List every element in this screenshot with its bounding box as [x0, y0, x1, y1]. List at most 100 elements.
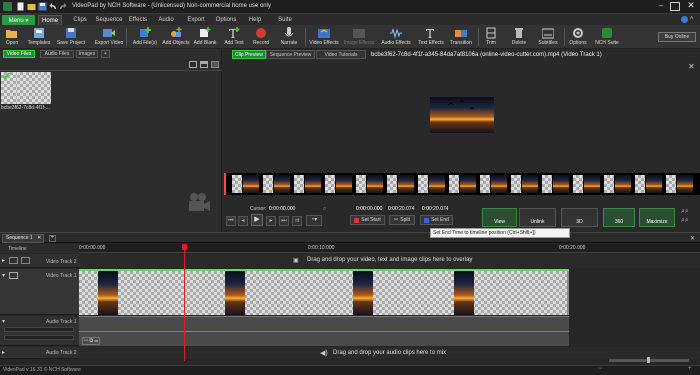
tab-suite[interactable]: Suite [276, 15, 294, 25]
go-end-button[interactable]: ⏭ [279, 216, 289, 226]
audio-clip[interactable]: ꟷ ⧉ ▭ [79, 316, 569, 346]
audio-effects-button[interactable]: Audio Effects [380, 26, 412, 48]
close-sequence-icon[interactable]: ✕ [37, 235, 41, 241]
tab-sequence[interactable]: Sequence [94, 15, 124, 25]
eye-icon[interactable] [9, 257, 18, 264]
transition-button[interactable]: Transition [445, 26, 477, 48]
maximize-window-button[interactable] [670, 2, 680, 11]
undo-icon[interactable] [49, 2, 58, 11]
subtitles-button[interactable]: Subtitles [532, 26, 564, 48]
narrate-button[interactable]: Narrate [273, 26, 305, 48]
add-files-button[interactable]: Add File(s) [129, 26, 161, 48]
cursor-time: 0:00:00.000 [269, 206, 296, 212]
clip-filmstrip[interactable] [224, 173, 700, 195]
close-preview-icon[interactable]: ✕ [688, 63, 696, 71]
minimize-button[interactable]: – [656, 2, 666, 11]
eye-icon[interactable] [9, 272, 18, 279]
help-icon[interactable] [681, 16, 688, 23]
timeline-zoom-handle[interactable] [647, 357, 650, 363]
tab-clip-preview[interactable]: Clip Preview [232, 50, 266, 59]
window-title: VideoPad by NCH Software - (Unlicensed) … [72, 3, 271, 9]
filmstrip-frame [573, 175, 583, 193]
zoom-in-icon[interactable]: + [688, 366, 692, 372]
open-folder-icon[interactable] [27, 2, 36, 11]
tab-options[interactable]: Options [213, 15, 239, 25]
360-button[interactable]: 360 [603, 208, 635, 227]
volume-button[interactable]: ◔▾ [306, 215, 322, 226]
nch-suite-button[interactable]: NCH Suite [591, 26, 623, 48]
tab-sequence-preview[interactable]: Sequence Preview [266, 50, 315, 59]
go-start-button[interactable]: ⏮ [226, 216, 236, 226]
add-objects-button[interactable]: Add Objects [160, 26, 192, 48]
play-button[interactable]: ▶ [251, 214, 263, 226]
range-mid-time[interactable]: 0:00:20.074 [388, 206, 414, 212]
redo-icon[interactable] [58, 2, 67, 11]
add-objects-icon [171, 27, 182, 37]
tab-images[interactable]: Images [76, 50, 98, 58]
collapse-ribbon-icon[interactable]: ˄ [690, 16, 697, 22]
tab-clips[interactable]: Clips [69, 15, 91, 25]
step-forward-button[interactable]: ▸ [266, 216, 276, 226]
tab-effects[interactable]: Effects [127, 15, 149, 25]
range-end-time[interactable]: 0:00:20.074 [422, 206, 448, 212]
expand-icon[interactable]: ▸ [2, 257, 5, 264]
view-list-icon[interactable] [200, 61, 208, 68]
tab-help[interactable]: Help [247, 15, 263, 25]
set-start-button[interactable]: Set Start [350, 215, 385, 225]
filmstrip-frame [542, 175, 552, 193]
collapse-icon[interactable]: ▾ [2, 272, 5, 279]
close-window-button[interactable]: ✕ [684, 0, 698, 13]
tab-video-tutorials[interactable]: Video Tutorials [316, 50, 366, 59]
preview-zoom-icons[interactable]: ⌕⌕ ⌕⌕ [681, 207, 697, 225]
view-button[interactable]: View [482, 208, 517, 227]
view-details-icon[interactable] [211, 61, 219, 68]
add-blank-button[interactable]: Add Blank [189, 26, 221, 48]
audio-pan-slider[interactable] [4, 335, 74, 340]
video-track-2-lane[interactable]: ▣ Drag and drop your video, text and ima… [79, 254, 700, 268]
maximize-button[interactable]: Maximize [639, 208, 675, 227]
timeline-ruler[interactable]: 0:00:00.000 0:00:10.000 0:00:20.000 [79, 244, 700, 253]
add-bin-tab-button[interactable]: + [101, 50, 110, 58]
filmstrip-frame [449, 175, 459, 193]
expand-icon[interactable]: ▸ [2, 349, 5, 356]
lock-icon[interactable] [21, 257, 30, 264]
new-icon[interactable] [16, 2, 25, 11]
set-end-button[interactable]: Set End [420, 215, 453, 225]
loop-button[interactable]: ⇉ [292, 216, 302, 226]
add-sequence-button[interactable]: + [49, 235, 56, 242]
set-start-icon [354, 217, 360, 223]
video-clip[interactable] [79, 269, 569, 315]
zoom-out-icon[interactable]: − [598, 366, 602, 372]
tab-export[interactable]: Export [185, 15, 207, 25]
buy-online-button[interactable]: Buy Online [658, 32, 696, 42]
tab-sequence-1[interactable]: Sequence 1 ✕ [2, 234, 44, 243]
save-icon[interactable] [38, 2, 47, 11]
audio-track-2-lane[interactable]: ◀) Drag and drop your audio clips here t… [79, 347, 700, 359]
save-icon [66, 28, 76, 38]
save-project-button[interactable]: Save Project [55, 26, 87, 48]
tab-audio[interactable]: Audio [156, 15, 176, 25]
filmstrip-frame [460, 175, 476, 193]
clip-thumbnail[interactable] [17, 72, 51, 104]
export-video-button[interactable]: Export Video [93, 26, 125, 48]
close-timeline-icon[interactable]: ✕ [690, 235, 698, 242]
split-button[interactable]: ✂ Split [389, 215, 415, 225]
status-bar: VideoPad v 16.31 © NCH Software − + [0, 365, 700, 375]
tab-home[interactable]: Home [38, 15, 62, 25]
audio-volume-slider[interactable] [4, 327, 74, 332]
3d-button[interactable]: 3D [561, 208, 598, 227]
text-effects-button[interactable]: T Text Effects [415, 26, 447, 48]
options-button[interactable]: Options [562, 26, 594, 48]
templates-button[interactable]: Templates [23, 26, 55, 48]
range-start-time[interactable]: 0:00:00.000 [356, 206, 382, 212]
view-grid-icon[interactable] [189, 61, 197, 68]
collapse-icon[interactable]: ▾ [2, 318, 5, 325]
main-menu-button[interactable]: Menu ▾ [2, 15, 35, 25]
unlink-button[interactable]: Unlink [519, 208, 556, 227]
tab-video-files[interactable]: Video Files [3, 50, 35, 58]
step-back-button[interactable]: ◂ [238, 216, 248, 226]
zoom-icon[interactable]: ⌕ [323, 206, 329, 212]
tab-audio-files[interactable]: Audio Files [40, 50, 74, 58]
video-effects-button[interactable]: Video Effects [308, 26, 340, 48]
delete-button[interactable]: Delete [503, 26, 535, 48]
